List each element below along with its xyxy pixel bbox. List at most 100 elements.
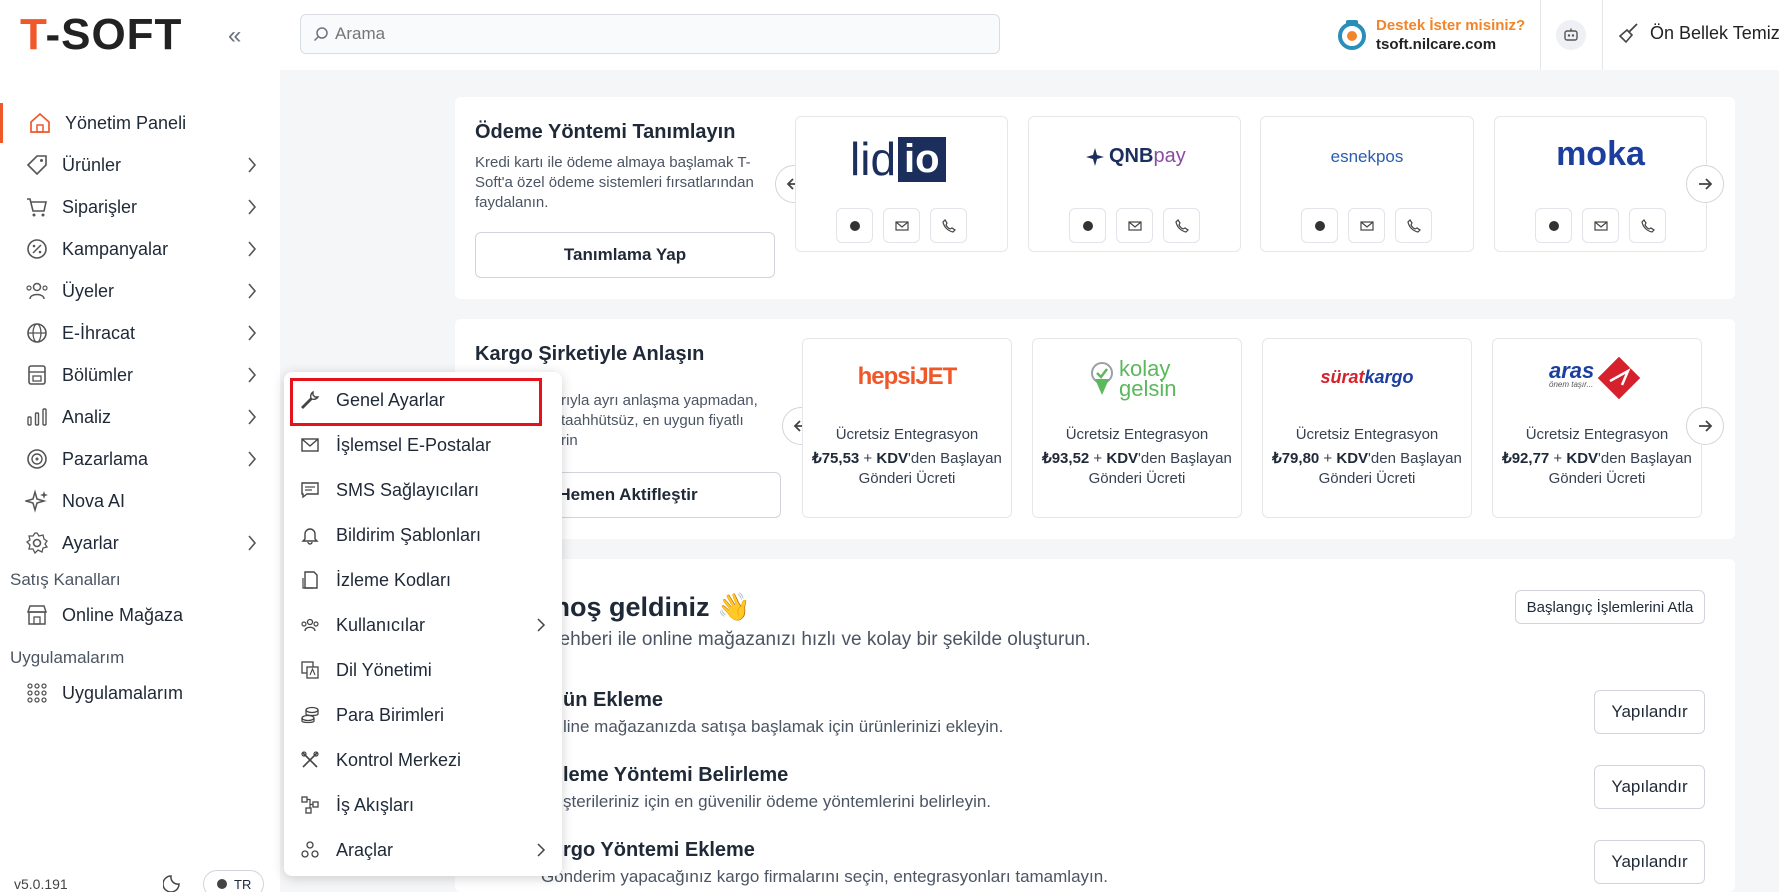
broom-icon — [1618, 23, 1638, 44]
code-file-icon — [298, 568, 322, 592]
sidebar-item-analytics[interactable]: Analiz — [0, 397, 280, 437]
sidebar-item-label: Kampanyalar — [62, 238, 169, 259]
moka-logo: moka — [1556, 135, 1645, 173]
menu-item-currencies[interactable]: Para Birimleri — [284, 695, 562, 735]
menu-item-users[interactable]: Kullanıcılar — [284, 605, 562, 645]
section-sales-channels: Satış Kanalları — [10, 570, 121, 589]
globe-icon — [22, 320, 52, 346]
chevron-right-icon — [537, 618, 546, 632]
website-button[interactable] — [1535, 208, 1572, 243]
cargo-next-button[interactable] — [1686, 407, 1724, 445]
provider-tile-qnbpay[interactable]: QNB pay — [1028, 116, 1241, 252]
menu-item-general-settings[interactable]: Genel Ayarlar — [284, 380, 562, 420]
search-input[interactable] — [335, 24, 975, 44]
menu-item-label: Kontrol Merkezi — [336, 749, 462, 770]
sidebar-item-apps[interactable]: Uygulamalarım — [0, 673, 280, 713]
collapse-sidebar-button[interactable]: « — [228, 22, 241, 50]
configure-payment-button[interactable]: Yapılandır — [1594, 765, 1705, 809]
menu-item-label: SMS Sağlayıcıları — [336, 479, 480, 500]
clear-cache-button[interactable]: Ön Bellek Temizle — [1618, 22, 1779, 44]
sidebar-item-nova-ai[interactable]: Nova AI — [0, 481, 280, 521]
payment-next-button[interactable] — [1686, 165, 1724, 203]
phone-button[interactable] — [1629, 208, 1666, 243]
provider-tile-lidio[interactable]: lid io — [795, 116, 1008, 252]
search-bar[interactable] — [300, 14, 1000, 54]
workflow-icon — [298, 793, 322, 817]
sidebar-item-settings[interactable]: Ayarlar — [0, 523, 280, 563]
sidebar-item-label: Üyeler — [62, 280, 115, 301]
header-divider — [1540, 0, 1541, 70]
sidebar-item-marketing[interactable]: Pazarlama — [0, 439, 280, 479]
email-button[interactable] — [1348, 208, 1385, 243]
website-button[interactable] — [1301, 208, 1338, 243]
section-my-apps: Uygulamalarım — [10, 648, 125, 667]
chevron-right-icon — [248, 241, 257, 257]
configure-cargo-button[interactable]: Yapılandır — [1594, 840, 1705, 884]
mail-icon — [1593, 220, 1608, 231]
website-button[interactable] — [1069, 208, 1106, 243]
lidio-logo: lid io — [850, 133, 946, 185]
email-button[interactable] — [883, 208, 920, 243]
cargo-tile-suratkargo[interactable]: süratkargo Ücretsiz Entegrasyon ₺79,80 +… — [1262, 338, 1472, 518]
language-label: TR — [234, 876, 252, 892]
globe-icon — [1548, 220, 1559, 231]
support-widget[interactable]: Destek İster misiniz? tsoft.nilcare.com — [1336, 16, 1525, 54]
menu-item-tracking-codes[interactable]: İzleme Kodları — [284, 560, 562, 600]
email-button[interactable] — [1116, 208, 1153, 243]
provider-tile-moka[interactable]: moka — [1494, 116, 1707, 252]
cargo-card-desc-line2: taahhütsüz, en uygun fiyatlı — [561, 412, 744, 429]
theme-toggle-button[interactable] — [162, 870, 187, 892]
support-title: Destek İster misiniz? — [1376, 17, 1526, 34]
cargo-tile-hepsijet[interactable]: hepsiJET Ücretsiz Entegrasyon ₺75,53 + K… — [802, 338, 1012, 518]
menu-item-control-center[interactable]: Kontrol Merkezi — [284, 740, 562, 780]
translate-icon — [298, 658, 322, 682]
tsoft-logo[interactable]: T-SOFT — [20, 10, 182, 60]
sidebar-item-members[interactable]: Üyeler — [0, 271, 280, 311]
language-selector[interactable]: TR — [203, 870, 265, 892]
email-button[interactable] — [1582, 208, 1619, 243]
sidebar-item-products[interactable]: Ürünler — [0, 145, 280, 185]
top-header: T-SOFT « Destek İster misiniz? tsoft.nil… — [0, 0, 1779, 70]
menu-item-label: Kullanıcılar — [336, 614, 426, 635]
sidebar: Yönetim Paneli Ürünler Siparişler Kampan… — [0, 70, 280, 892]
cargo-tile-aras[interactable]: aras önem taşır... Ücretsiz Entegrasyon ₺… — [1492, 338, 1702, 518]
cargo-card-desc-line3: rin — [561, 432, 578, 449]
configure-product-button[interactable]: Yapılandır — [1594, 690, 1705, 734]
cargo-tile-kolaygelsin[interactable]: kolay gelsin Ücretsiz Entegrasyon ₺93,52 … — [1032, 338, 1242, 518]
menu-item-tools[interactable]: Araçlar — [284, 830, 562, 870]
cargo-integration-label: Ücretsiz Entegrasyon — [1065, 426, 1209, 443]
sidebar-item-campaigns[interactable]: Kampanyalar — [0, 229, 280, 269]
chevron-right-icon — [248, 409, 257, 425]
sidebar-item-export[interactable]: E-İhracat — [0, 313, 280, 353]
sidebar-item-orders[interactable]: Siparişler — [0, 187, 280, 227]
website-button[interactable] — [836, 208, 873, 243]
menu-item-label: Para Birimleri — [336, 704, 445, 725]
provider-tile-esnekpos[interactable]: esnekpos — [1260, 116, 1474, 252]
robot-icon — [1564, 28, 1578, 41]
cargo-price-text: ₺75,53 + KDV'den Başlayan Gönderi Ücreti — [812, 450, 1002, 487]
provider-contact-buttons — [836, 208, 977, 243]
sidebar-item-sections[interactable]: Bölümler — [0, 355, 280, 395]
menu-item-workflows[interactable]: İş Akışları — [284, 785, 562, 825]
define-payment-button[interactable]: Tanımlama Yap — [475, 232, 775, 278]
sidebar-item-label: Online Mağaza — [62, 604, 184, 625]
apps-icon — [298, 838, 322, 862]
menu-item-language-management[interactable]: Dil Yönetimi — [284, 650, 562, 690]
menu-item-sms-providers[interactable]: SMS Sağlayıcıları — [284, 470, 562, 510]
sidebar-item-online-store[interactable]: Online Mağaza — [0, 595, 280, 635]
suratkargo-logo: süratkargo — [1320, 367, 1414, 387]
ai-bot-button[interactable] — [1556, 20, 1586, 50]
mail-icon — [298, 433, 322, 457]
phone-button[interactable] — [930, 208, 967, 243]
support-url[interactable]: tsoft.nilcare.com — [1376, 35, 1525, 54]
clear-cache-label: Ön Bellek Temizle — [1650, 22, 1779, 43]
menu-item-transactional-emails[interactable]: İşlemsel E-Postalar — [284, 425, 562, 465]
step-title-payment: leme Yöntemi Belirleme — [563, 764, 789, 786]
sidebar-item-dashboard[interactable]: Yönetim Paneli — [0, 103, 280, 143]
apps-grid-icon — [22, 680, 52, 706]
sidebar-item-label: Bölümler — [62, 364, 134, 385]
phone-button[interactable] — [1395, 208, 1432, 243]
menu-item-notification-templates[interactable]: Bildirim Şablonları — [284, 515, 562, 555]
skip-setup-button[interactable]: Başlangıç İşlemlerini Atla — [1515, 590, 1705, 624]
phone-button[interactable] — [1163, 208, 1200, 243]
